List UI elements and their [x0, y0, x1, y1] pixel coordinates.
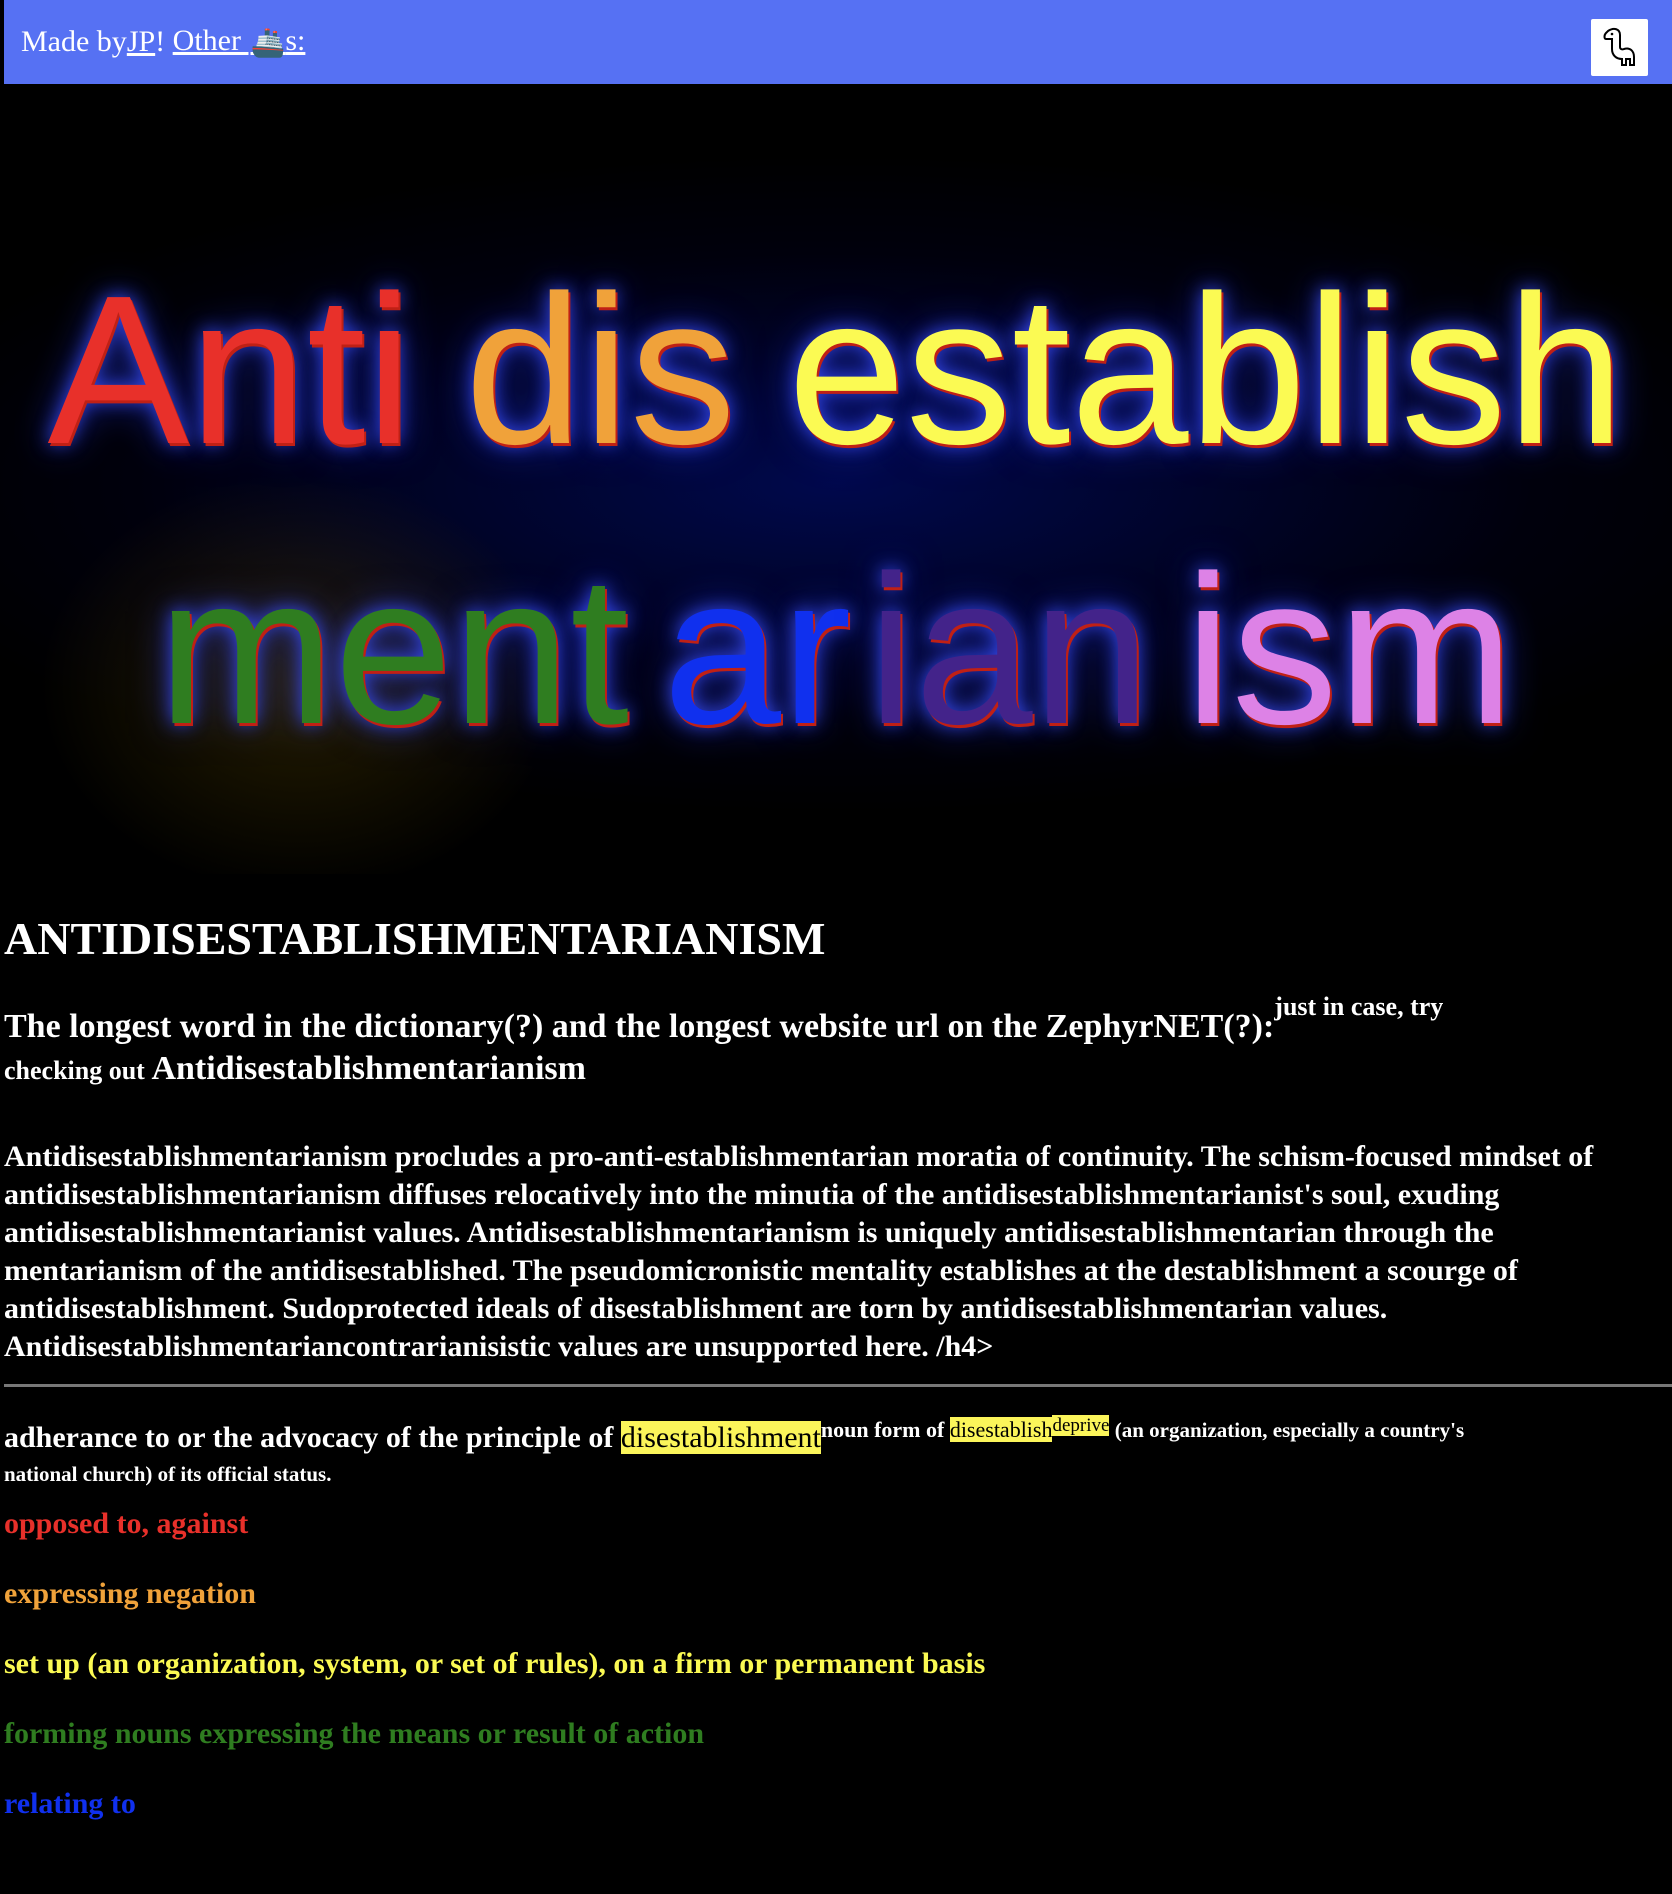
definition: adherance to or the advocacy of the prin…: [4, 1415, 1668, 1489]
part-definition-4: forming nouns expressing the means or re…: [4, 1717, 705, 1750]
hero-part-ar: ar: [663, 531, 852, 768]
subtitle-word: Antidisestablishmentarianism: [151, 1050, 586, 1087]
part-definition-5: relating to: [4, 1787, 136, 1820]
highlight-deprive: deprive: [1052, 1415, 1110, 1436]
dinosaur-button[interactable]: [1591, 19, 1648, 76]
noun-form-note: noun form of disestablishdeprive (an org…: [820, 1415, 1465, 1442]
made-by-text: Made by: [21, 25, 127, 58]
other-link-suffix: s:: [285, 24, 306, 57]
main-content: ANTIDISESTABLISHMENTARIANISM The longest…: [4, 874, 1672, 1859]
definition-lead: adherance to or the advocacy of the prin…: [4, 1421, 621, 1454]
hero-line-2: ment arian ism: [0, 544, 1672, 756]
definition-tail-2: national church) of its official status.: [4, 1462, 332, 1486]
checking-out-text: checking out: [4, 1056, 145, 1085]
highlight-disestablishment: disestablishment: [620, 1421, 821, 1454]
noun-form-text: noun form of: [820, 1417, 950, 1442]
top-bar: Made by JP ! Other 🚢s:: [4, 0, 1672, 84]
dinosaur-icon: [1603, 27, 1635, 66]
subtitle-text: The longest word in the dictionary(?) an…: [4, 1008, 1275, 1045]
author-link[interactable]: JP: [127, 25, 155, 59]
hero-part-establish: establish: [787, 251, 1625, 488]
hero-part-ment: ment: [157, 531, 630, 768]
ship-icon: 🚢: [250, 28, 286, 59]
divider: [4, 1384, 1672, 1387]
subtitle: The longest word in the dictionary(?) an…: [4, 994, 1668, 1092]
page-title: ANTIDISESTABLISHMENTARIANISM: [4, 913, 826, 964]
hero-part-ian: ian: [867, 531, 1151, 768]
part-definition-1: opposed to, against: [4, 1507, 249, 1540]
highlight-disestablish: disestablish: [949, 1417, 1053, 1442]
hero-part-ism: ism: [1184, 531, 1515, 768]
subtitle-note: just in case, try: [1274, 992, 1444, 1021]
hero-part-dis: dis: [464, 251, 736, 488]
other-link-label: Other: [172, 24, 249, 57]
exclaim-text: !: [155, 25, 173, 58]
hero-part-anti: Anti: [47, 251, 413, 488]
parts-list: opposed to, against expressing negation se…: [4, 1509, 1668, 1819]
definition-tail-1: (an organization, especially a country's: [1109, 1418, 1465, 1442]
hero-line-1: Anti dis establish: [0, 264, 1672, 476]
essay-paragraph: Antidisestablishmentarianism procludes a…: [4, 1140, 1594, 1363]
part-definition-2: expressing negation: [4, 1577, 256, 1610]
other-ships-link[interactable]: Other 🚢s:: [173, 24, 306, 60]
part-definition-3: set up (an organization, system, or set …: [4, 1647, 986, 1680]
hero-banner: Anti dis establish ment arian ism: [0, 84, 1672, 874]
